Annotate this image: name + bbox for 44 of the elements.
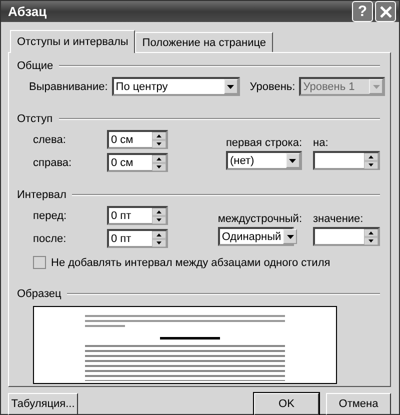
section-heading: Интервал [17, 189, 66, 201]
window-title: Абзац [8, 4, 47, 19]
alignment-dropdown[interactable]: По центру [112, 77, 240, 96]
spinner-arrows-icon [364, 228, 378, 244]
field-label: справа: [32, 156, 73, 168]
dropdown[interactable]: Одинарный [218, 227, 294, 246]
ok-button[interactable]: OK [254, 393, 319, 415]
section-heading: Образец [17, 288, 62, 300]
caret-icon [286, 234, 294, 238]
dropdown[interactable]: (нет) [226, 151, 302, 170]
spin-field[interactable]: 0 см [107, 130, 168, 149]
field-label: первая строка: [226, 137, 302, 149]
spin-field[interactable] [313, 227, 380, 246]
spin-field[interactable]: 0 пт [107, 229, 168, 248]
spinner-arrows-icon [152, 132, 166, 148]
spin-field[interactable] [313, 151, 380, 170]
field-label: слева: [32, 134, 67, 146]
field-label: междустрочный: [218, 213, 302, 225]
tab[interactable]: Отступы и интервалы [10, 30, 136, 53]
spinner-arrows-icon [152, 154, 166, 170]
spin-field[interactable]: 0 пт [107, 206, 168, 225]
section-heading: Отступ [17, 113, 53, 125]
field-label: Уровень: [250, 80, 296, 92]
checkbox[interactable] [33, 256, 46, 269]
caret-icon [227, 84, 234, 88]
close-icon [380, 6, 392, 18]
checkbox-label: Не добавлять интервал между абзацами одного стиля [51, 256, 330, 268]
spinner-arrows-icon [152, 208, 166, 224]
spinner-arrows-icon [364, 152, 378, 168]
spinner-arrows-icon [152, 230, 166, 246]
tab[interactable]: Положение на странице [135, 32, 274, 52]
tabs-button[interactable]: Табуляция... [8, 393, 78, 415]
field-label: на: [313, 137, 330, 149]
field-label: после: [32, 232, 68, 244]
help-button[interactable]: ? [352, 1, 373, 22]
spin-field[interactable]: 0 см [107, 153, 168, 172]
field-label: значение: [313, 213, 364, 225]
field-label: Выравнивание: [29, 80, 108, 92]
caret-icon [372, 84, 380, 88]
close-button[interactable] [375, 1, 396, 22]
field-label: перед: [32, 210, 68, 222]
section-heading: Общие [17, 60, 54, 72]
cancel-button[interactable]: Отмена [326, 393, 391, 415]
caret-icon [289, 158, 296, 162]
